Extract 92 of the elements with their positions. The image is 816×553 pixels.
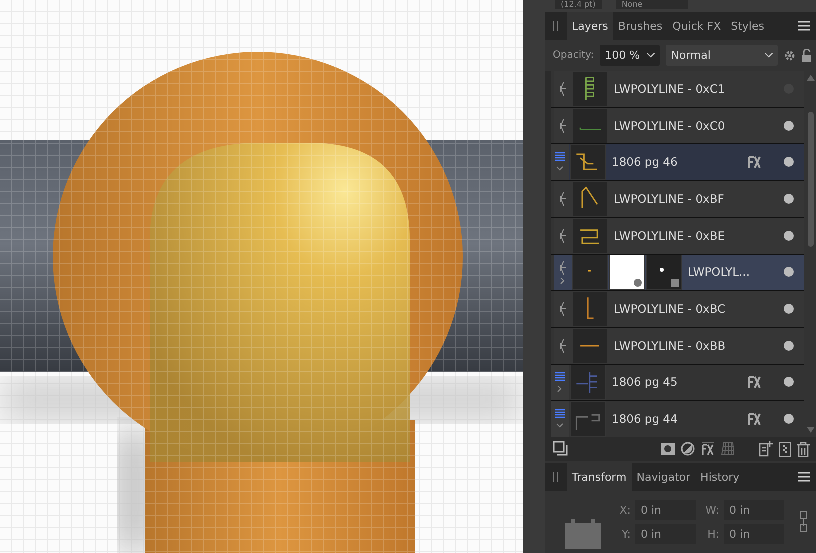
panel-tab[interactable]: Transform <box>567 463 632 491</box>
layer-row[interactable]: LWPOLYLINE - 0xC0 <box>551 108 804 144</box>
layer-row[interactable]: LWPOLYLINE - 0xBE <box>551 218 804 254</box>
panel-tab[interactable]: Layers <box>567 12 614 40</box>
layer-thumbnail <box>571 145 605 180</box>
visibility-dot[interactable] <box>784 120 794 131</box>
chevron-right-icon[interactable] <box>556 386 564 392</box>
mesh-icon[interactable] <box>721 442 735 456</box>
vector-crop-icon <box>559 338 567 353</box>
layer-row[interactable]: 1806 pg 46 <box>551 144 804 180</box>
vector-crop-icon <box>559 228 567 243</box>
lock-icon[interactable] <box>802 49 812 62</box>
mask-icon[interactable] <box>661 443 675 455</box>
visibility-dot[interactable] <box>784 157 794 168</box>
input-field[interactable]: 0 in <box>635 524 696 544</box>
visibility-dot[interactable] <box>784 377 794 388</box>
vector-crop-icon <box>559 302 567 316</box>
chevron-right-icon[interactable] <box>559 278 567 284</box>
fx-icon[interactable] <box>701 442 715 456</box>
trash-icon[interactable] <box>797 442 810 456</box>
checker-icon[interactable] <box>779 442 792 456</box>
visibility-dot[interactable] <box>784 340 794 351</box>
vector-crop-icon <box>559 260 567 275</box>
fx-icon[interactable] <box>748 156 762 169</box>
field-label: H: <box>706 528 720 540</box>
menu-icon[interactable] <box>798 21 810 31</box>
visibility-dot[interactable] <box>784 194 794 204</box>
vector-crop-icon <box>559 192 567 206</box>
panel-tab[interactable]: Quick FX <box>668 12 726 40</box>
layer-thumbnail <box>573 255 607 290</box>
layer-thumbnail <box>573 72 607 106</box>
chevron-down-icon <box>765 53 774 58</box>
visibility-dot[interactable] <box>784 414 794 424</box>
chevron-down-icon[interactable] <box>556 423 564 430</box>
chevron-down-icon[interactable] <box>556 166 564 172</box>
layer-row[interactable]: LWPOLYLINE - 0xBB <box>551 328 804 364</box>
opacity-label: Opacity: <box>553 50 594 61</box>
layer-stack-icon <box>555 372 565 382</box>
visibility-dot[interactable] <box>784 230 794 241</box>
layers-icon[interactable] <box>553 441 569 457</box>
fx-icon[interactable] <box>748 412 762 426</box>
layer-row[interactable]: 1806 pg 45 <box>551 364 804 400</box>
field-label: W: <box>706 504 720 516</box>
layer-thumbnail <box>573 328 607 363</box>
layer-thumbnail <box>573 218 607 253</box>
font-size-field[interactable]: (12.4 pt) <box>555 0 602 9</box>
layer-name: LWPOLYLINE - 0xC1 <box>613 80 726 98</box>
input-field[interactable]: 0 in <box>635 500 696 520</box>
visibility-dot[interactable] <box>784 267 794 278</box>
settings-icon[interactable] <box>784 50 796 62</box>
layer-name: LWPOLYLINE - 0xBB <box>613 338 727 355</box>
input-field[interactable]: 0 in <box>724 500 784 520</box>
menu-icon[interactable] <box>798 472 810 482</box>
panel-tab[interactable]: Styles <box>726 12 770 40</box>
layer-row[interactable]: LWPOLYLINE - 0xBC <box>551 291 804 327</box>
layer-name: 1806 pg 46 <box>611 154 679 172</box>
chevron-down-icon <box>647 53 656 58</box>
field-label: Y: <box>621 528 631 540</box>
layer-name: LWPOLYLINE - 0xBF <box>613 190 726 208</box>
visibility-dot[interactable] <box>784 304 794 314</box>
layer-name: LWPOLYL... <box>687 264 751 282</box>
panel-tab[interactable]: Brushes <box>613 12 668 40</box>
layer-row[interactable]: LWPOLYLINE - 0xBF <box>551 181 804 217</box>
layer-row[interactable]: LWPOLYLINE - 0xC1 <box>551 71 804 107</box>
layer-name: 1806 pg 44 <box>611 411 679 428</box>
style-dropdown[interactable]: None <box>616 0 688 9</box>
layer-stack-icon <box>555 409 565 420</box>
layer-name: 1806 pg 45 <box>611 374 679 392</box>
vector-crop-icon <box>559 82 567 96</box>
layer-name: LWPOLYLINE - 0xBC <box>613 301 727 318</box>
layer-thumbnail <box>571 365 605 400</box>
mask-thumbnail <box>610 255 644 290</box>
vector-crop-icon <box>559 118 567 133</box>
input-field[interactable]: 0 in <box>724 524 784 544</box>
layer-name: LWPOLYLINE - 0xBE <box>613 228 726 245</box>
layer-row[interactable]: 1806 pg 44 <box>551 401 804 438</box>
layer-thumbnail <box>573 292 607 326</box>
layer-thumbnail <box>573 182 607 216</box>
panel-tab[interactable]: Navigator <box>632 463 696 491</box>
field-label: X: <box>618 504 631 516</box>
opacity-dropdown[interactable]: 100 % <box>600 45 660 66</box>
layer-stack-icon <box>555 152 565 162</box>
layer-row[interactable]: LWPOLYL... <box>551 254 804 290</box>
add-page-icon[interactable] <box>759 441 774 457</box>
layer-thumbnail <box>573 108 607 143</box>
fx-icon[interactable] <box>748 376 762 389</box>
layer-name: LWPOLYLINE - 0xC0 <box>613 118 726 135</box>
adjustment-icon[interactable] <box>681 442 695 456</box>
link-icon[interactable] <box>800 511 808 533</box>
mask-thumbnail <box>647 255 681 290</box>
blend-mode-dropdown[interactable]: Normal <box>666 45 778 66</box>
panel-tab[interactable]: History <box>696 463 745 491</box>
